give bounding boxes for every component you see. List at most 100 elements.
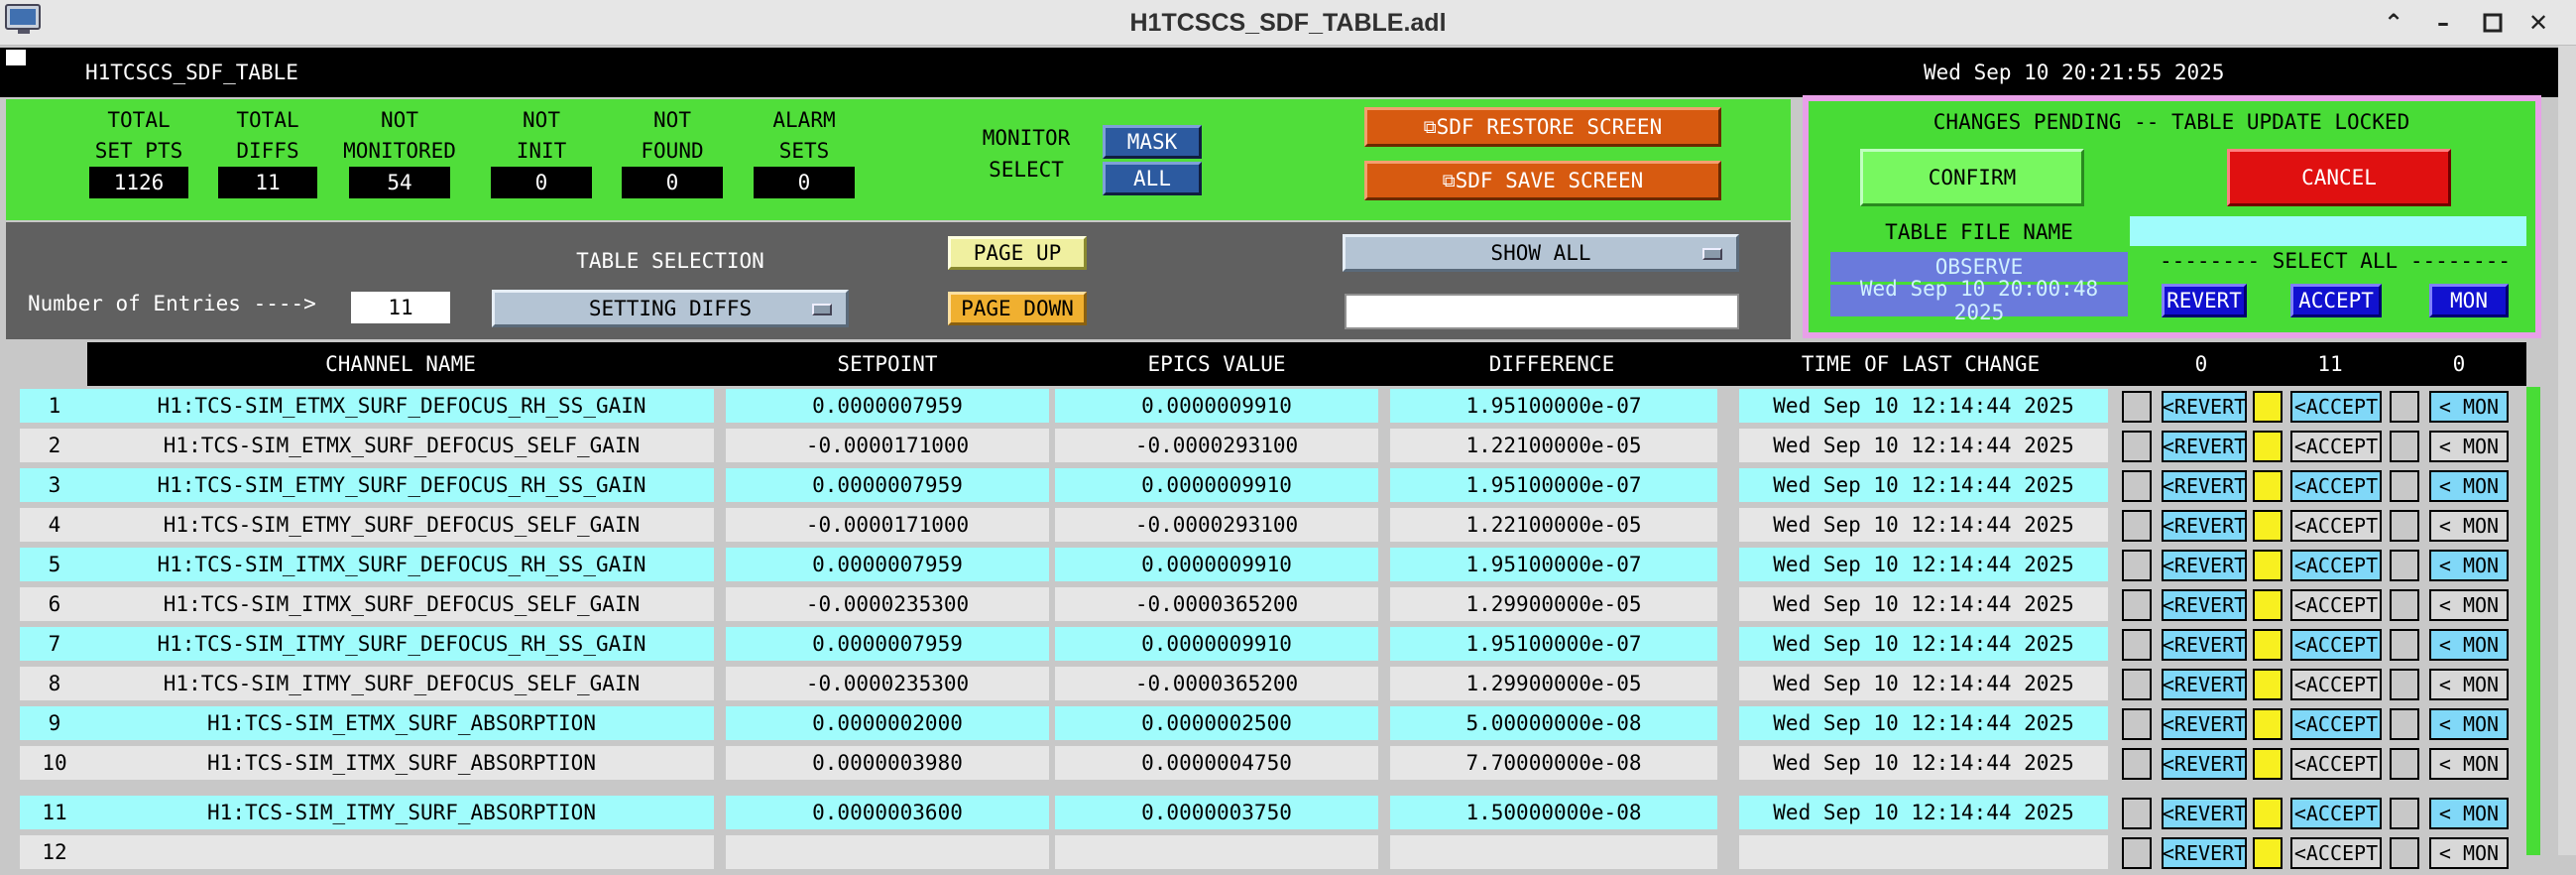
row-mon-button[interactable]: < MON bbox=[2429, 748, 2509, 780]
row-mon-button[interactable]: < MON bbox=[2429, 669, 2509, 700]
row-mon-button[interactable]: < MON bbox=[2429, 629, 2509, 661]
confirm-button[interactable]: CONFIRM bbox=[1860, 149, 2084, 206]
stat-value: 0 bbox=[754, 167, 855, 198]
epics-value-cell: 0.0000002500 bbox=[1055, 706, 1378, 740]
row-accept-button[interactable]: <ACCEPT bbox=[2290, 669, 2382, 700]
row-mon-button[interactable]: < MON bbox=[2429, 708, 2509, 740]
accept-checkbox[interactable] bbox=[2253, 669, 2283, 700]
close-icon[interactable]: ✕ bbox=[2518, 4, 2558, 42]
mon-checkbox[interactable] bbox=[2390, 550, 2419, 581]
maximize-icon[interactable] bbox=[2473, 4, 2513, 42]
mon-checkbox[interactable] bbox=[2390, 708, 2419, 740]
mon-checkbox[interactable] bbox=[2390, 798, 2419, 829]
revert-checkbox[interactable] bbox=[2122, 669, 2152, 700]
row-revert-button[interactable]: <REVERT bbox=[2162, 391, 2247, 423]
revert-checkbox[interactable] bbox=[2122, 391, 2152, 423]
mon-checkbox[interactable] bbox=[2390, 510, 2419, 542]
row-revert-button[interactable]: <REVERT bbox=[2162, 510, 2247, 542]
revert-checkbox[interactable] bbox=[2122, 748, 2152, 780]
stat-not-init: NOT INIT 0 bbox=[491, 105, 592, 198]
revert-checkbox[interactable] bbox=[2122, 708, 2152, 740]
sdf-save-screen-button[interactable]: ⧉ SDF SAVE SCREEN bbox=[1364, 161, 1721, 200]
revert-checkbox[interactable] bbox=[2122, 798, 2152, 829]
row-accept-button[interactable]: <ACCEPT bbox=[2290, 837, 2382, 869]
revert-checkbox[interactable] bbox=[2122, 589, 2152, 621]
all-button[interactable]: ALL bbox=[1103, 162, 1202, 195]
row-revert-button[interactable]: <REVERT bbox=[2162, 798, 2247, 829]
accept-checkbox[interactable] bbox=[2253, 837, 2283, 869]
revert-checkbox[interactable] bbox=[2122, 510, 2152, 542]
mon-checkbox[interactable] bbox=[2390, 431, 2419, 462]
row-mon-button[interactable]: < MON bbox=[2429, 431, 2509, 462]
mon-checkbox[interactable] bbox=[2390, 669, 2419, 700]
accept-checkbox[interactable] bbox=[2253, 629, 2283, 661]
row-accept-button[interactable]: <ACCEPT bbox=[2290, 510, 2382, 542]
accept-checkbox[interactable] bbox=[2253, 470, 2283, 502]
accept-checkbox[interactable] bbox=[2253, 391, 2283, 423]
revert-checkbox[interactable] bbox=[2122, 837, 2152, 869]
row-accept-button[interactable]: <ACCEPT bbox=[2290, 748, 2382, 780]
row-mon-button[interactable]: < MON bbox=[2429, 837, 2509, 869]
row-mon-button[interactable]: < MON bbox=[2429, 470, 2509, 502]
row-accept-button[interactable]: <ACCEPT bbox=[2290, 550, 2382, 581]
row-revert-button[interactable]: <REVERT bbox=[2162, 748, 2247, 780]
sdf-restore-screen-button[interactable]: ⧉ SDF RESTORE SCREEN bbox=[1364, 107, 1721, 147]
accept-checkbox[interactable] bbox=[2253, 550, 2283, 581]
column-header-channel: CHANNEL NAME bbox=[325, 352, 476, 376]
row-accept-button[interactable]: <ACCEPT bbox=[2290, 431, 2382, 462]
page-down-button[interactable]: PAGE DOWN bbox=[948, 292, 1087, 325]
accept-checkbox[interactable] bbox=[2253, 748, 2283, 780]
revert-checkbox[interactable] bbox=[2122, 550, 2152, 581]
row-revert-button[interactable]: <REVERT bbox=[2162, 589, 2247, 621]
accept-checkbox[interactable] bbox=[2253, 431, 2283, 462]
page-up-button[interactable]: PAGE UP bbox=[948, 236, 1087, 270]
accept-checkbox[interactable] bbox=[2253, 708, 2283, 740]
revert-checkbox[interactable] bbox=[2122, 470, 2152, 502]
accept-checkbox[interactable] bbox=[2253, 798, 2283, 829]
minimize-icon[interactable]: – bbox=[2423, 4, 2463, 42]
mon-checkbox[interactable] bbox=[2390, 837, 2419, 869]
row-mon-button[interactable]: < MON bbox=[2429, 798, 2509, 829]
row-revert-button[interactable]: <REVERT bbox=[2162, 629, 2247, 661]
entries-value: 11 bbox=[351, 292, 450, 323]
scrollbar[interactable] bbox=[2558, 46, 2576, 855]
row-accept-button[interactable]: <ACCEPT bbox=[2290, 629, 2382, 661]
row-accept-button[interactable]: <ACCEPT bbox=[2290, 589, 2382, 621]
table-selection-menu[interactable]: SETTING DIFFS bbox=[492, 290, 849, 327]
row-mon-button[interactable]: < MON bbox=[2429, 589, 2509, 621]
filter-input[interactable] bbox=[1345, 294, 1739, 329]
cancel-button[interactable]: CANCEL bbox=[2227, 149, 2451, 206]
row-mon-button[interactable]: < MON bbox=[2429, 550, 2509, 581]
row-accept-button[interactable]: <ACCEPT bbox=[2290, 708, 2382, 740]
mon-checkbox[interactable] bbox=[2390, 589, 2419, 621]
mon-checkbox[interactable] bbox=[2390, 391, 2419, 423]
row-revert-button[interactable]: <REVERT bbox=[2162, 550, 2247, 581]
mon-checkbox[interactable] bbox=[2390, 470, 2419, 502]
revert-all-button[interactable]: REVERT bbox=[2162, 284, 2247, 317]
revert-checkbox[interactable] bbox=[2122, 431, 2152, 462]
row-revert-button[interactable]: <REVERT bbox=[2162, 837, 2247, 869]
epics-value-cell: -0.0000293100 bbox=[1055, 508, 1378, 542]
accept-checkbox[interactable] bbox=[2253, 510, 2283, 542]
row-revert-button[interactable]: <REVERT bbox=[2162, 708, 2247, 740]
row-accept-button[interactable]: <ACCEPT bbox=[2290, 391, 2382, 423]
row-mon-button[interactable]: < MON bbox=[2429, 510, 2509, 542]
show-all-menu[interactable]: SHOW ALL bbox=[1343, 234, 1739, 272]
mon-checkbox[interactable] bbox=[2390, 748, 2419, 780]
accept-checkbox[interactable] bbox=[2253, 589, 2283, 621]
row-revert-button[interactable]: <REVERT bbox=[2162, 669, 2247, 700]
mon-all-button[interactable]: MON bbox=[2429, 284, 2509, 317]
mask-button[interactable]: MASK bbox=[1103, 125, 1202, 159]
revert-checkbox[interactable] bbox=[2122, 629, 2152, 661]
window-title: H1TCSCS_SDF_TABLE.adl bbox=[1129, 8, 1447, 37]
restore-label: SDF RESTORE SCREEN bbox=[1436, 115, 1663, 139]
stat-label: TOTAL bbox=[236, 108, 299, 132]
accept-all-button[interactable]: ACCEPT bbox=[2290, 284, 2382, 317]
collapse-icon[interactable]: ⌃ bbox=[2374, 4, 2413, 42]
row-mon-button[interactable]: < MON bbox=[2429, 391, 2509, 423]
row-revert-button[interactable]: <REVERT bbox=[2162, 431, 2247, 462]
mon-checkbox[interactable] bbox=[2390, 629, 2419, 661]
row-revert-button[interactable]: <REVERT bbox=[2162, 470, 2247, 502]
row-accept-button[interactable]: <ACCEPT bbox=[2290, 470, 2382, 502]
row-accept-button[interactable]: <ACCEPT bbox=[2290, 798, 2382, 829]
